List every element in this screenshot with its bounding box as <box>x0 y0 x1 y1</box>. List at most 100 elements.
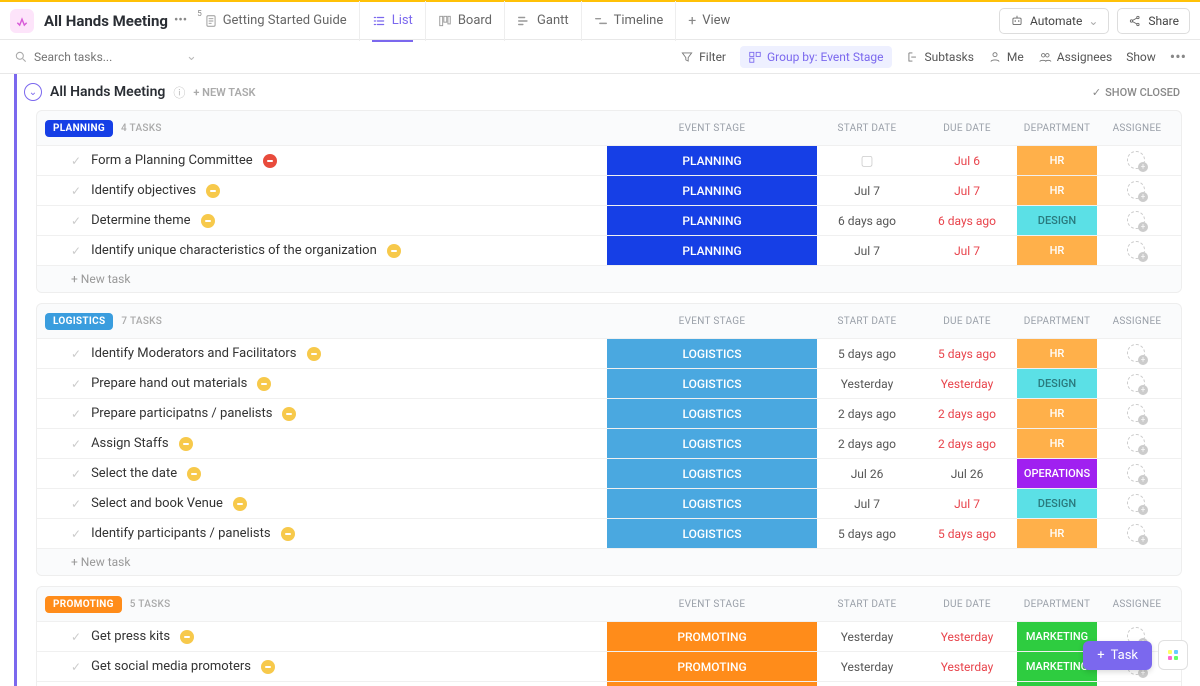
department-cell[interactable]: HR <box>1017 429 1097 458</box>
task-row[interactable]: ✓ Get social media promoters PROMOTING Y… <box>37 651 1181 681</box>
stage-cell[interactable]: PLANNING <box>607 176 817 205</box>
check-icon[interactable]: ✓ <box>71 437 81 451</box>
start-date-cell[interactable]: Yesterday <box>817 369 917 398</box>
priority-icon[interactable] <box>263 154 277 168</box>
due-date-cell[interactable]: Jul 7 <box>917 236 1017 265</box>
stage-cell[interactable]: PLANNING <box>607 146 817 175</box>
stage-cell[interactable]: LOGISTICS <box>607 369 817 398</box>
search-box[interactable] <box>14 50 174 64</box>
task-row[interactable]: ✓ Get press kits PROMOTING Yesterday Yes… <box>37 621 1181 651</box>
priority-icon[interactable] <box>261 660 275 674</box>
due-date-cell[interactable]: Jul 7 <box>917 489 1017 518</box>
department-cell[interactable]: DESIGN <box>1017 369 1097 398</box>
priority-icon[interactable] <box>257 377 271 391</box>
assignee-cell[interactable]: + <box>1097 206 1177 235</box>
due-date-cell[interactable]: Jul 25 <box>917 682 1017 686</box>
priority-icon[interactable] <box>281 527 295 541</box>
check-icon[interactable]: ✓ <box>71 630 81 644</box>
assignee-cell[interactable]: + <box>1097 489 1177 518</box>
department-cell[interactable]: HR <box>1017 399 1097 428</box>
assignee-cell[interactable]: + <box>1097 519 1177 548</box>
add-column-icon[interactable]: ⊕ <box>1177 313 1182 329</box>
section-collapse-icon[interactable]: ⌄ <box>24 83 42 101</box>
priority-icon[interactable] <box>206 184 220 198</box>
start-date-cell[interactable]: ▢ <box>817 146 917 175</box>
task-row[interactable]: ✓ Prepare participatns / panelists LOGIS… <box>37 398 1181 428</box>
task-row[interactable]: ✓ Identify participants / panelists LOGI… <box>37 518 1181 548</box>
stage-cell[interactable]: LOGISTICS <box>607 339 817 368</box>
due-date-cell[interactable]: 2 days ago <box>917 429 1017 458</box>
assignee-cell[interactable]: + <box>1097 459 1177 488</box>
task-row[interactable]: ✓ Form a Planning Committee PLANNING ▢ J… <box>37 145 1181 175</box>
tab-gantt[interactable]: Gantt <box>504 1 581 41</box>
task-row[interactable]: ✓ Select and book Venue LOGISTICS Jul 7 … <box>37 488 1181 518</box>
task-row[interactable]: ✓ Assign Staffs LOGISTICS 2 days ago 2 d… <box>37 428 1181 458</box>
task-row[interactable]: ✓ Determine theme PLANNING 6 days ago 6 … <box>37 205 1181 235</box>
check-icon[interactable]: ✓ <box>71 497 81 511</box>
department-cell[interactable]: DESIGN <box>1017 489 1097 518</box>
check-icon[interactable]: ✓ <box>71 244 81 258</box>
department-cell[interactable]: OPERATIONS <box>1017 459 1097 488</box>
stage-cell[interactable]: PROMOTING <box>607 682 817 686</box>
group-pill[interactable]: PROMOTING <box>45 596 122 613</box>
new-task-button[interactable]: + NEW TASK <box>193 86 255 99</box>
share-button[interactable]: Share <box>1117 8 1190 34</box>
assignee-cell[interactable]: + <box>1097 236 1177 265</box>
start-date-cell[interactable]: 2 days ago <box>817 429 917 458</box>
start-date-cell[interactable]: 2 days ago <box>817 399 917 428</box>
department-cell[interactable]: HR <box>1017 146 1097 175</box>
priority-icon[interactable] <box>233 497 247 511</box>
title-menu-icon[interactable]: ••• <box>174 13 187 28</box>
search-input[interactable] <box>34 50 154 64</box>
due-date-cell[interactable]: Yesterday <box>917 369 1017 398</box>
tab-timeline[interactable]: Timeline <box>581 1 676 41</box>
department-cell[interactable]: HR <box>1017 236 1097 265</box>
due-date-cell[interactable]: 5 days ago <box>917 519 1017 548</box>
groupby-button[interactable]: Group by: Event Stage <box>740 46 892 68</box>
priority-icon[interactable] <box>201 214 215 228</box>
assignees-button[interactable]: Assignees <box>1038 50 1112 64</box>
due-date-cell[interactable]: Yesterday <box>917 652 1017 681</box>
start-date-cell[interactable]: Yesterday <box>817 622 917 651</box>
check-icon[interactable]: ✓ <box>71 154 81 168</box>
priority-icon[interactable] <box>307 347 321 361</box>
task-row[interactable]: ✓ Prepare hand out materials LOGISTICS Y… <box>37 368 1181 398</box>
start-date-cell[interactable]: Jul 7 <box>817 236 917 265</box>
assignee-cell[interactable]: + <box>1097 369 1177 398</box>
check-icon[interactable]: ✓ <box>71 347 81 361</box>
check-icon[interactable]: ✓ <box>71 407 81 421</box>
group-pill[interactable]: LOGISTICS <box>45 313 113 330</box>
priority-icon[interactable] <box>187 467 201 481</box>
assignee-cell[interactable]: + <box>1097 176 1177 205</box>
due-date-cell[interactable]: Jul 6 <box>917 146 1017 175</box>
due-date-cell[interactable]: Jul 26 <box>917 459 1017 488</box>
show-button[interactable]: Show <box>1126 50 1156 64</box>
priority-icon[interactable] <box>179 437 193 451</box>
task-row[interactable]: ✓ Identify unique characteristics of the… <box>37 235 1181 265</box>
start-date-cell[interactable]: 5 days ago <box>817 339 917 368</box>
stage-cell[interactable]: LOGISTICS <box>607 459 817 488</box>
due-date-cell[interactable]: 5 days ago <box>917 339 1017 368</box>
check-icon[interactable]: ✓ <box>71 184 81 198</box>
automate-button[interactable]: Automate ⌄ <box>999 8 1109 34</box>
add-column-icon[interactable]: ⊕ <box>1177 120 1182 136</box>
toolbar-more-icon[interactable]: ••• <box>1170 47 1186 66</box>
due-date-cell[interactable]: Yesterday <box>917 622 1017 651</box>
stage-cell[interactable]: LOGISTICS <box>607 399 817 428</box>
check-icon[interactable]: ✓ <box>71 214 81 228</box>
add-task-row[interactable]: + New task <box>37 548 1181 575</box>
task-row[interactable]: ✓ Identify Moderators and Facilitators L… <box>37 338 1181 368</box>
stage-cell[interactable]: LOGISTICS <box>607 519 817 548</box>
assignee-cell[interactable]: + <box>1097 429 1177 458</box>
check-icon[interactable]: ✓ <box>71 527 81 541</box>
new-task-fab[interactable]: + Task <box>1083 641 1152 670</box>
department-cell[interactable]: MARKETING <box>1017 682 1097 686</box>
assignee-cell[interactable]: + <box>1097 146 1177 175</box>
show-closed-button[interactable]: ✓ SHOW CLOSED <box>1092 86 1180 99</box>
apps-fab[interactable] <box>1158 640 1188 670</box>
task-row[interactable]: ✓ Select the date LOGISTICS Jul 26 Jul 2… <box>37 458 1181 488</box>
start-date-cell[interactable]: 5 days ago <box>817 519 917 548</box>
stage-cell[interactable]: PROMOTING <box>607 652 817 681</box>
start-date-cell[interactable]: 6 days ago <box>817 206 917 235</box>
due-date-cell[interactable]: Jul 7 <box>917 176 1017 205</box>
